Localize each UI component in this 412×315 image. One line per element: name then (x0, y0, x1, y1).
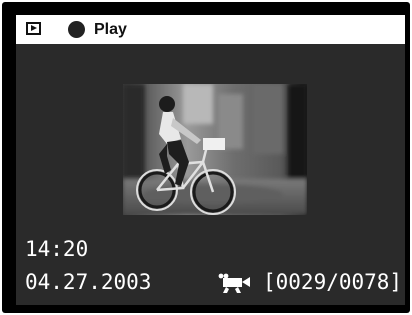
status-bar: Play (16, 15, 405, 44)
frame-counter: [0029/0078] (263, 270, 403, 294)
playback-mode-icon (26, 22, 41, 35)
mode-title: Play (94, 21, 127, 38)
movie-camera-icon (218, 273, 250, 293)
capture-time: 14:20 (25, 237, 89, 261)
photo-thumbnail (123, 84, 307, 215)
camera-lcd-frame: Play 14:20 04.27.2003 [0029/0078] (2, 2, 410, 313)
bicycle-photo-image (123, 84, 307, 215)
capture-date: 04.27.2003 (25, 270, 152, 294)
playback-screen: Play 14:20 04.27.2003 [0029/0078] (16, 15, 405, 305)
filled-circle-icon (68, 21, 85, 38)
